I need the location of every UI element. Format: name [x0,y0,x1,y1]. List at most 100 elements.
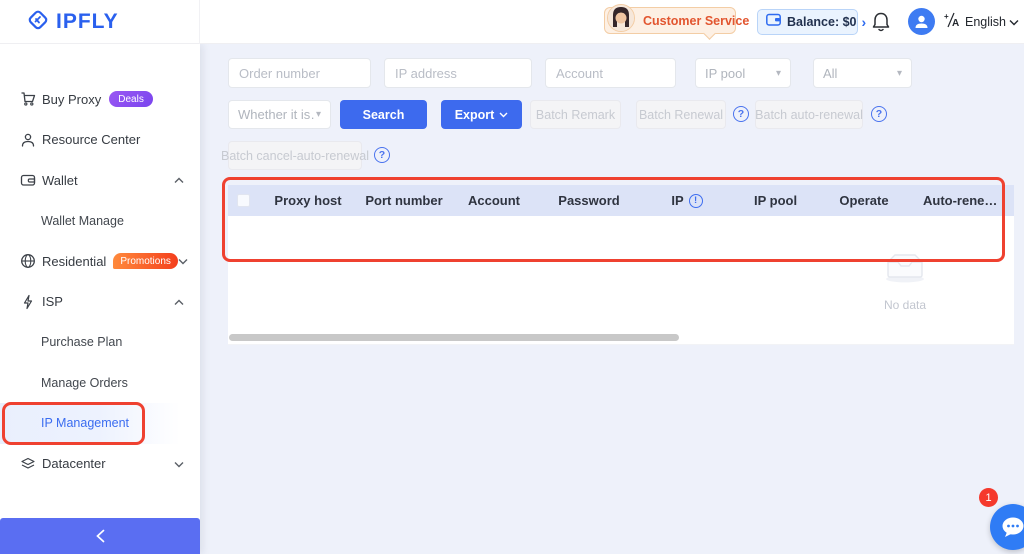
sidebar-item-isp[interactable]: ISP [0,282,200,323]
translate-icon: + A [944,12,961,33]
chevron-down-icon [174,455,184,473]
export-caret-icon [499,112,508,118]
lightning-icon [20,294,36,310]
sidebar-item-ip-management[interactable]: IP Management [0,403,180,444]
column-header-ip: IP ! [640,185,734,216]
language-selector[interactable]: + A English [944,12,1019,32]
column-header-proxy-host: Proxy host [258,185,358,216]
column-header-port-number: Port number [358,185,450,216]
logo[interactable]: IPFLY [0,0,200,44]
order-number-input[interactable] [228,58,371,88]
svg-text:+: + [944,12,949,21]
deals-badge: Deals [109,91,153,107]
sidebar-item-label: Buy Proxy [42,92,101,107]
language-label: English [965,15,1006,29]
column-header-operate: Operate [818,185,910,216]
sidebar-item-label: ISP [42,294,63,309]
select-caret-icon: ▾ [316,109,321,120]
export-button-label: Export [455,108,495,122]
column-header-ip-pool-label: IP pool [754,193,798,208]
chat-unread-badge: 1 [979,488,998,507]
datacenter-icon [20,456,36,472]
whether-select-value: Whether it is… [238,107,316,122]
sidebar-item-label: Manage Orders [41,376,128,390]
type-select-value: All [823,66,837,81]
select-caret-icon: ▾ [776,68,781,79]
sidebar-item-label: Resource Center [42,132,140,147]
batch-remark-button[interactable]: Batch Remark [530,100,621,129]
sidebar-menu: Buy Proxy Deals Resource Center Wallet W… [0,44,200,484]
horizontal-scrollbar-thumb[interactable] [229,334,679,341]
customer-service-avatar [607,4,635,32]
column-header-auto-renewal: Auto-renewal [910,185,1014,216]
table-header-row: Proxy host Port number Account Password … [228,185,1014,216]
user-avatar[interactable] [908,8,935,35]
column-header-ip-label: IP [671,193,683,208]
sidebar-item-wallet-manage[interactable]: Wallet Manage [0,201,200,242]
chevron-up-icon [174,293,184,311]
wallet-balance-icon [766,13,781,31]
sidebar-item-purchase-plan[interactable]: Purchase Plan [0,322,200,363]
customer-service-button[interactable]: Customer Service [604,7,736,34]
sidebar: Buy Proxy Deals Resource Center Wallet W… [0,44,200,554]
promotions-badge: Promotions [113,253,178,269]
top-bar: IPFLY Customer Service Balanc [0,0,1024,44]
whether-select[interactable]: Whether it is… ▾ [228,100,331,129]
sidebar-item-label: Datacenter [42,456,106,471]
notification-bell-icon[interactable] [871,11,891,33]
column-header-auto-renewal-label: Auto-renewal [923,193,1001,208]
cart-icon [20,91,36,107]
table-bottom-border [228,344,1014,345]
ip-info-icon[interactable]: ! [689,194,703,208]
collapse-chevron-left-icon [95,529,106,543]
balance-label: Balance: $0 [787,15,856,29]
select-all-cell [228,185,258,216]
sidebar-item-buy-proxy[interactable]: Buy Proxy Deals [0,79,200,120]
sidebar-item-residential[interactable]: Residential Promotions [0,241,200,282]
sidebar-item-manage-orders[interactable]: Manage Orders [0,363,200,404]
sidebar-item-label: Purchase Plan [41,335,122,349]
column-header-ip-pool: IP pool [734,185,818,216]
customer-service-tail [703,27,716,40]
customer-service-label: Customer Service [643,14,749,28]
sidebar-item-resource-center[interactable]: Resource Center [0,120,200,161]
column-header-account: Account [450,185,538,216]
batch-renewal-help-icon[interactable]: ? [733,106,749,122]
batch-cancel-auto-renewal-button[interactable]: Batch cancel-auto-renewal [228,141,362,170]
select-caret-icon: ▾ [897,68,902,79]
language-chevron-down-icon [1009,13,1019,31]
chat-bubble-icon [1000,515,1024,539]
column-header-password: Password [538,185,640,216]
balance-button[interactable]: Balance: $0 › [757,9,858,35]
sidebar-collapse-button[interactable] [0,518,200,554]
empty-state: No data [865,251,945,312]
account-input[interactable] [545,58,676,88]
batch-renewal-button[interactable]: Batch Renewal [636,100,726,129]
chevron-down-icon [178,252,188,270]
logo-text: IPFLY [56,10,119,34]
batch-auto-renewal-button[interactable]: Batch auto-renewal [755,100,863,129]
empty-state-text: No data [865,298,945,312]
sidebar-item-datacenter[interactable]: Datacenter [0,444,200,485]
type-select[interactable]: All ▾ [813,58,912,88]
svg-text:A: A [952,18,959,28]
batch-auto-renewal-help-icon[interactable]: ? [871,106,887,122]
batch-cancel-auto-renewal-help-icon[interactable]: ? [374,147,390,163]
ip-pool-select[interactable]: IP pool ▾ [695,58,791,88]
person-icon [20,132,36,148]
ip-address-input[interactable] [384,58,532,88]
sidebar-item-label: Wallet [42,173,78,188]
globe-icon [20,253,36,269]
app-window: IPFLY Customer Service Balanc [0,0,1024,554]
sidebar-item-label: IP Management [41,416,129,430]
balance-chevron-icon: › [861,15,866,29]
export-button[interactable]: Export [441,100,522,129]
sidebar-item-wallet[interactable]: Wallet [0,160,200,201]
wallet-icon [20,172,36,188]
chat-widget-button[interactable] [990,504,1024,550]
select-all-checkbox[interactable] [237,194,250,207]
ip-pool-select-value: IP pool [705,66,745,81]
ipfly-logo-icon [26,8,50,37]
empty-inbox-icon [883,251,927,283]
search-button[interactable]: Search [340,100,427,129]
